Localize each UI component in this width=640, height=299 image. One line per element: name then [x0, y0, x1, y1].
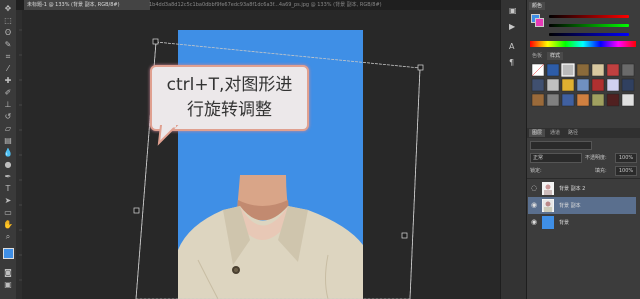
color-panel-background[interactable] — [535, 18, 544, 27]
green-slider[interactable] — [549, 24, 629, 27]
callout-text: ctrl+T,对图形进 行旋转调整 — [152, 73, 307, 123]
layer-row[interactable]: ◉ 背景 — [528, 214, 636, 231]
blend-mode-select[interactable]: 正常 — [530, 153, 582, 163]
layer-name[interactable]: 背景 — [559, 219, 569, 226]
fill-label: 填充: — [595, 168, 607, 174]
right-panels: 颜色 色板 样式 图层 通道 路径 正常 不透明度: 100% 锁定: 填充: … — [526, 0, 640, 299]
callout-pointer — [157, 125, 179, 146]
history-panel-icon[interactable]: ▣ — [509, 6, 517, 15]
layer-row-selected[interactable]: ◉ 背景 副本 — [528, 197, 636, 214]
tutorial-callout: ctrl+T,对图形进 行旋转调整 — [150, 65, 309, 131]
transform-bounding-box[interactable] — [0, 0, 500, 299]
transform-handle-right-middle — [401, 232, 408, 239]
layer-thumbnail — [542, 182, 554, 195]
fill-input[interactable]: 100% — [615, 166, 637, 176]
opacity-label: 不透明度: — [585, 155, 607, 161]
styles-grid[interactable] — [530, 62, 638, 120]
transform-handle-left-middle — [133, 207, 140, 214]
blue-slider[interactable] — [549, 33, 629, 36]
tab-layers[interactable]: 图层 — [529, 129, 546, 137]
divider — [527, 178, 640, 179]
layer-row[interactable]: ◌ 背景 副本 2 — [528, 180, 636, 197]
red-slider[interactable] — [549, 15, 629, 18]
layer-name[interactable]: 背景 副本 2 — [559, 185, 585, 192]
callout-line-2: 行旋转调整 — [187, 100, 272, 120]
layer-thumbnail — [542, 216, 554, 229]
layer-filter-select[interactable] — [530, 141, 592, 150]
tab-styles[interactable]: 样式 — [547, 52, 564, 60]
tab-paths[interactable]: 路径 — [565, 129, 581, 137]
callout-line-1: ctrl+T,对图形进 — [166, 75, 293, 95]
visibility-eye-icon[interactable]: ◌ — [531, 184, 537, 192]
layer-name[interactable]: 背景 副本 — [559, 202, 581, 209]
tab-color[interactable]: 颜色 — [529, 2, 546, 10]
visibility-eye-icon[interactable]: ◉ — [531, 201, 537, 209]
collapsed-panels-dock: ▣ ▶ A ¶ — [500, 0, 527, 299]
visibility-eye-icon[interactable]: ◉ — [531, 218, 537, 226]
color-spectrum-bar[interactable] — [530, 41, 636, 47]
paragraph-panel-icon[interactable]: ¶ — [509, 58, 514, 67]
lock-label: 锁定: — [530, 168, 542, 174]
transform-handle-top-left — [152, 38, 159, 45]
character-panel-icon[interactable]: A — [509, 42, 514, 51]
layer-thumbnail — [541, 198, 555, 213]
tab-channels[interactable]: 通道 — [547, 129, 563, 137]
tab-swatches[interactable]: 色板 — [529, 52, 545, 60]
opacity-input[interactable]: 100% — [615, 153, 637, 163]
actions-panel-icon[interactable]: ▶ — [509, 22, 515, 31]
transform-handle-top-right — [417, 64, 424, 71]
